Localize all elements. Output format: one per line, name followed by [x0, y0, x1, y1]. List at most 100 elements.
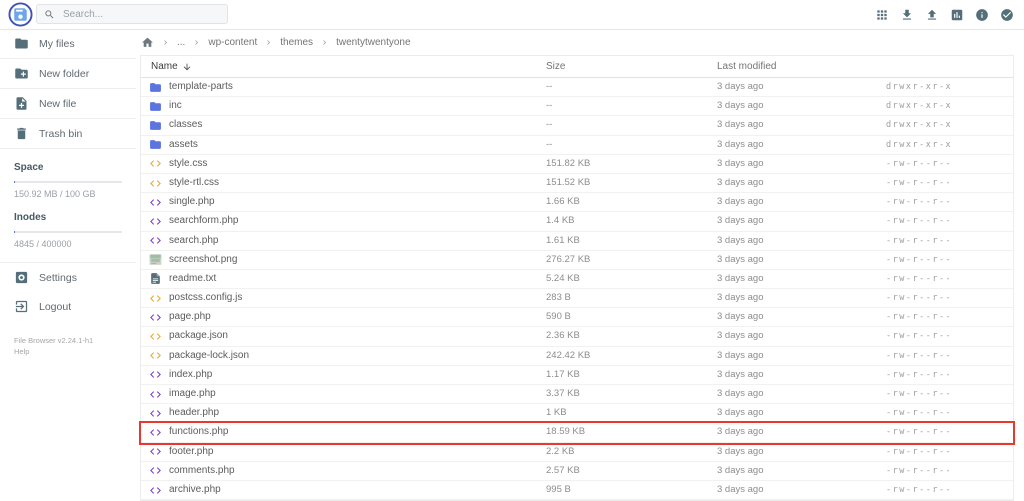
app-version: File Browser v2.24.1-h1: [14, 336, 94, 345]
file-size: 3.37 KB: [546, 388, 580, 399]
upload-icon[interactable]: [925, 8, 939, 22]
file-name: header.php: [169, 407, 220, 419]
file-modified: 3 days ago: [717, 253, 764, 265]
table-row[interactable]: style-rtl.css 151.52 KB 3 days ago -rw-r…: [141, 174, 1013, 194]
sidebar-item-trash-bin[interactable]: Trash bin: [0, 119, 136, 149]
sidebar-item-label: My files: [39, 37, 75, 50]
file-modified: 3 days ago: [717, 119, 764, 131]
table-row[interactable]: search.php 1.61 KB 3 days ago -rw-r--r--: [141, 232, 1013, 251]
table-row[interactable]: single.php 1.66 KB 3 days ago -rw-r--r--: [141, 193, 1013, 213]
file-permissions: drwxr-xr-x: [886, 120, 953, 131]
table-row[interactable]: screenshot.png 276.27 KB 3 days ago -rw-…: [141, 251, 1013, 270]
code-amber-icon: [149, 157, 162, 170]
file-permissions: -rw-r--r--: [886, 312, 953, 323]
breadcrumb-segment[interactable]: themes: [280, 37, 313, 48]
code-purple-icon: [149, 464, 162, 477]
table-row[interactable]: functions.php 18.59 KB 3 days ago -rw-r-…: [141, 423, 1013, 443]
file-modified: 3 days ago: [717, 445, 764, 457]
sidebar-item-label: Settings: [39, 271, 77, 284]
file-modified: 3 days ago: [717, 292, 764, 304]
file-permissions: -rw-r--r--: [886, 331, 953, 342]
logout-icon: [15, 300, 28, 313]
stats-icon[interactable]: [950, 8, 964, 22]
table-row[interactable]: template-parts -- 3 days ago drwxr-xr-x: [141, 78, 1013, 98]
table-row[interactable]: package.json 2.36 KB 3 days ago -rw-r--r…: [141, 327, 1013, 347]
download-icon[interactable]: [900, 8, 914, 22]
file-name: footer.php: [169, 445, 214, 457]
new-file-icon: [16, 97, 27, 110]
breadcrumb-segment[interactable]: twentytwentyone: [336, 37, 411, 48]
file-name: package.json: [169, 330, 228, 342]
file-size: 590 B: [546, 311, 571, 323]
file-name: classes: [169, 119, 203, 131]
folder-icon: [15, 38, 28, 49]
file-permissions: drwxr-xr-x: [886, 82, 953, 92]
table-row[interactable]: comments.php 2.57 KB 3 days ago -rw-r--r…: [141, 462, 1013, 481]
space-progress-bar: [14, 181, 122, 183]
breadcrumb-segment[interactable]: ...: [177, 37, 185, 48]
sidebar-bottom: Settings Logout File Browser v2.24.1-h1 …: [0, 262, 136, 358]
column-header-name[interactable]: Name: [151, 56, 192, 77]
table-row[interactable]: assets -- 3 days ago drwxr-xr-x: [141, 136, 1013, 155]
grid-view-icon[interactable]: [875, 8, 889, 22]
table-body: template-parts -- 3 days ago drwxr-xr-x …: [141, 78, 1013, 501]
file-name: readme.txt: [169, 272, 217, 284]
code-purple-icon: [149, 196, 162, 209]
sidebar-item-new-folder[interactable]: New folder: [0, 59, 136, 89]
table-row[interactable]: classes -- 3 days ago drwxr-xr-x: [141, 116, 1013, 136]
table-row[interactable]: header.php 1 KB 3 days ago -rw-r--r--: [141, 404, 1013, 424]
select-multiple-icon[interactable]: [1000, 8, 1014, 22]
file-size: 1.17 KB: [546, 368, 580, 380]
app-header: [0, 0, 1024, 30]
search-input[interactable]: [61, 7, 220, 21]
chevron-right-icon: [264, 38, 273, 47]
table-row[interactable]: readme.txt 5.24 KB 3 days ago -rw-r--r--: [141, 270, 1013, 290]
table-row[interactable]: postcss.config.js 283 B 3 days ago -rw-r…: [141, 289, 1013, 309]
table-row[interactable]: style.css 151.82 KB 3 days ago -rw-r--r-…: [141, 155, 1013, 174]
table-row[interactable]: package-lock.json 242.42 KB 3 days ago -…: [141, 347, 1013, 366]
file-name: single.php: [169, 196, 215, 208]
sidebar-item-logout[interactable]: Logout: [0, 292, 136, 321]
file-name: archive.php: [169, 483, 221, 495]
table-row[interactable]: page.php 590 B 3 days ago -rw-r--r--: [141, 308, 1013, 328]
table-row[interactable]: archive.php 995 B 3 days ago -rw-r--r--: [141, 481, 1013, 501]
home-icon[interactable]: [141, 36, 154, 49]
file-name: search.php: [169, 234, 219, 246]
help-link[interactable]: Help: [14, 346, 136, 357]
table-row[interactable]: index.php 1.17 KB 3 days ago -rw-r--r--: [141, 366, 1013, 385]
file-name: comments.php: [169, 464, 235, 476]
file-name: style-rtl.css: [169, 176, 219, 188]
file-modified: 3 days ago: [717, 234, 764, 246]
file-size: 1 KB: [546, 407, 567, 419]
code-purple-icon: [149, 368, 162, 381]
code-purple-icon: [149, 311, 162, 324]
column-header-modified[interactable]: Last modified: [717, 56, 776, 77]
file-size: 995 B: [546, 483, 571, 495]
file-name: package-lock.json: [169, 349, 250, 361]
info-icon[interactable]: [975, 8, 989, 22]
table-row[interactable]: footer.php 2.2 KB 3 days ago -rw-r--r--: [141, 443, 1013, 462]
file-size: 18.59 KB: [546, 426, 586, 438]
file-listing: Name Size Last modified template-parts -…: [140, 55, 1014, 501]
sidebar-item-settings[interactable]: Settings: [0, 263, 136, 292]
table-row[interactable]: inc -- 3 days ago drwxr-xr-x: [141, 97, 1013, 117]
file-size: 2.57 KB: [546, 464, 580, 476]
space-value: 150.92 MB / 100 GB: [14, 189, 96, 199]
breadcrumb-segment[interactable]: wp-content: [208, 37, 257, 48]
file-name: searchform.php: [169, 215, 239, 227]
file-modified: 3 days ago: [717, 196, 764, 208]
column-header-size[interactable]: Size: [546, 56, 565, 77]
file-modified: 3 days ago: [717, 157, 764, 169]
usage-section: Space 150.92 MB / 100 GB Inodes 4845 / 4…: [0, 149, 136, 249]
file-modified: 3 days ago: [717, 138, 764, 150]
file-name: template-parts: [169, 81, 233, 92]
table-row[interactable]: image.php 3.37 KB 3 days ago -rw-r--r--: [141, 385, 1013, 405]
file-size: 1.4 KB: [546, 215, 575, 227]
sidebar-item-new-file[interactable]: New file: [0, 89, 136, 119]
filebrowser-logo-icon[interactable]: [8, 2, 33, 27]
sidebar-item-my-files[interactable]: My files: [0, 29, 136, 59]
file-size: 242.42 KB: [546, 349, 591, 361]
inodes-label: Inodes: [14, 212, 47, 223]
table-row[interactable]: searchform.php 1.4 KB 3 days ago -rw-r--…: [141, 212, 1013, 232]
file-permissions: -rw-r--r--: [886, 408, 953, 419]
